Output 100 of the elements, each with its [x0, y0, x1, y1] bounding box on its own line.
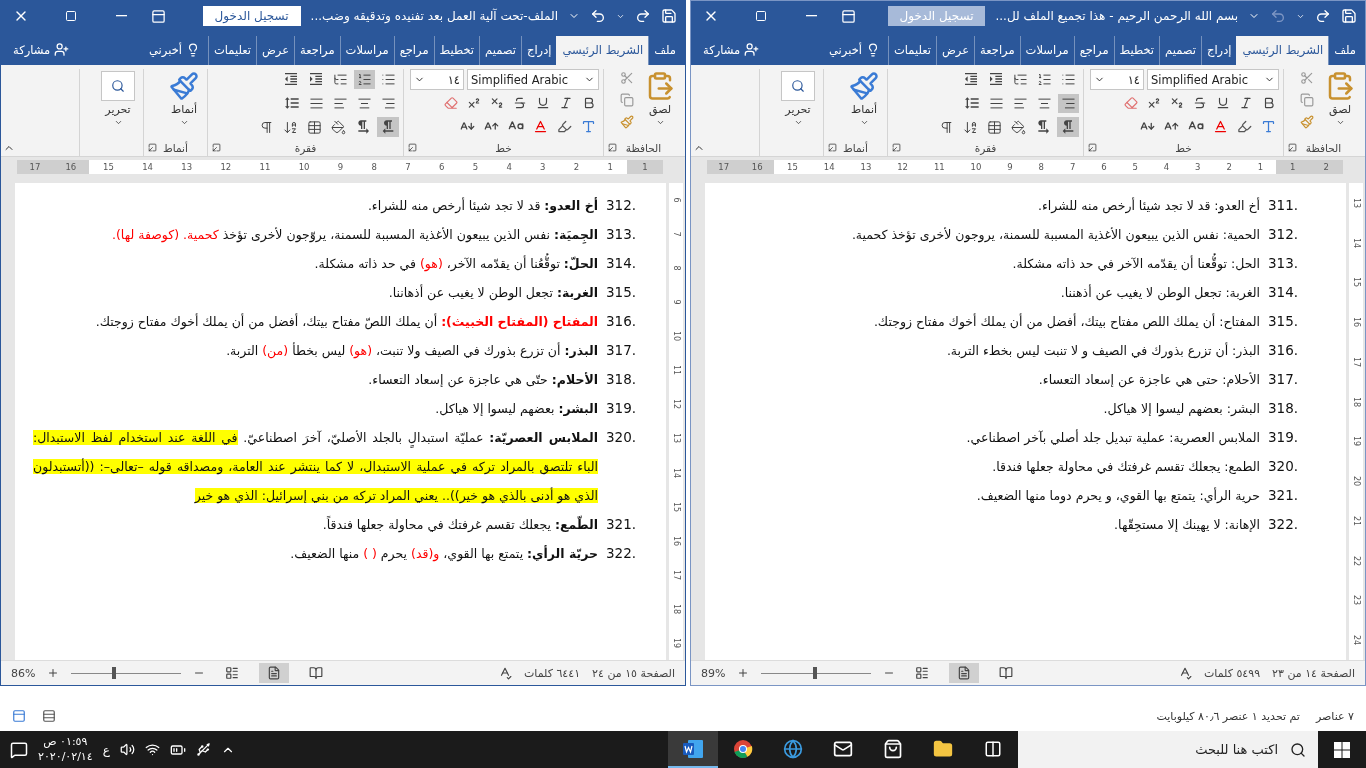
zoom-in-icon[interactable] — [47, 667, 60, 679]
rtl-button[interactable] — [1057, 117, 1079, 137]
editing-button[interactable]: تحرير — [777, 69, 819, 129]
ribbon-tab[interactable]: الشريط الرئيسي — [1236, 36, 1329, 65]
italic-icon — [559, 96, 573, 110]
share-button[interactable]: مشاركة — [5, 35, 78, 65]
caret-icon — [793, 118, 803, 127]
zoom-level[interactable]: 89% — [701, 666, 726, 680]
details-view-icon[interactable] — [42, 709, 56, 723]
pilcrow-icon — [939, 119, 954, 135]
maximize-icon — [65, 10, 77, 22]
multilevel-list-icon — [333, 71, 348, 87]
rtl-button[interactable] — [377, 117, 399, 137]
taskbar-clock[interactable]: ٠١:٥٩ ص ٢٠٢٠/٠٢/١٤ — [38, 735, 93, 764]
redo-icon[interactable] — [635, 8, 651, 24]
ruler-number: 9 — [672, 299, 680, 305]
borders-icon — [987, 119, 1002, 135]
slider-thumb[interactable] — [813, 667, 818, 679]
ribbon-display-icon[interactable] — [841, 8, 856, 24]
sign-in-button[interactable]: تسجيل الدخول — [202, 6, 301, 26]
print-layout-button[interactable] — [949, 663, 980, 683]
tell-me-button[interactable]: أخبرني — [821, 36, 888, 65]
dialog-launcher-icon[interactable] — [892, 143, 901, 152]
ruler-number: 1 — [1290, 162, 1296, 172]
entry-text: الغربة: تجعل الوطن لا يغيب عن أذهاننا. — [388, 283, 598, 303]
minimize-icon — [115, 15, 127, 17]
ruler-number: 17 — [672, 569, 680, 580]
language-indicator[interactable]: ع — [102, 742, 110, 757]
dialog-launcher-icon[interactable] — [148, 143, 157, 152]
ruler-number: 9 — [337, 162, 344, 172]
font-name-field[interactable]: Simplified Arabic — [1147, 69, 1279, 90]
scissors-icon — [1300, 71, 1314, 85]
share-button[interactable]: مشاركة — [695, 35, 768, 65]
font-size-field[interactable]: ١٤ — [410, 69, 464, 90]
large-icons-view-icon[interactable] — [12, 709, 26, 723]
paintbrush-icon — [1300, 115, 1314, 129]
search-field[interactable]: اكتب هنا للبحث — [1030, 741, 1280, 758]
bold-icon — [1262, 96, 1276, 110]
copy-icon — [620, 93, 634, 107]
dialog-launcher-icon[interactable] — [608, 143, 617, 152]
selection-info: تم تحديد ١ عنصر ٨٠٫٦ كيلوبايت — [1156, 710, 1300, 723]
paste-button[interactable]: لصق — [1321, 69, 1359, 129]
dialog-launcher-icon[interactable] — [828, 143, 837, 152]
brush-icon — [169, 71, 199, 101]
slider-thumb[interactable] — [112, 667, 117, 679]
editing-button[interactable]: تحرير — [97, 69, 139, 129]
entry-text: البشر: بعضهم ليسوا إلا هياكل. — [1103, 400, 1260, 419]
dialog-launcher-icon[interactable] — [408, 143, 417, 152]
maximize-icon — [755, 10, 767, 22]
ruler-number: 4 — [1163, 162, 1170, 172]
undo-icon[interactable] — [590, 8, 606, 24]
tell-me-button[interactable]: أخبرني — [141, 36, 208, 65]
entry-text: المفتاح (المفتاح الخبيث): أن يملك اللصّ مفتاح بيتك، أفضل من أن يملك أخوك مفتاح زوجتك. — [95, 312, 598, 332]
layout-icon — [225, 666, 240, 680]
save-icon[interactable] — [661, 8, 677, 24]
dialog-launcher-icon[interactable] — [212, 143, 221, 152]
justify-icon — [309, 95, 324, 111]
align-right-button[interactable] — [1058, 93, 1079, 113]
ruler-number: 16 — [751, 162, 763, 172]
usb-icon[interactable] — [195, 742, 211, 757]
entry-text: الملابس العصرية: عملية تبديل جلد أصلي بآخر اصطناعي. — [966, 428, 1260, 448]
styles-button[interactable]: أنماط — [845, 69, 883, 129]
paste-button[interactable]: لصق — [641, 69, 679, 129]
list-number: 314. — [606, 254, 638, 273]
list-number: 315. — [606, 283, 638, 302]
notifications-icon[interactable] — [10, 740, 28, 759]
list-number: 318. — [1268, 399, 1300, 418]
search-icon — [791, 79, 805, 93]
font-name-field[interactable]: Simplified Arabic — [467, 69, 599, 90]
taskbar-search-box[interactable]: اكتب هنا للبحث — [1018, 731, 1318, 768]
styles-button[interactable]: أنماط — [165, 69, 203, 129]
window-title: الملف-تحت آلية العمل بعد تفنيده وتدقيقه وضب... — [310, 9, 558, 23]
redo-icon[interactable] — [1315, 8, 1331, 24]
group-label: الحافظة — [625, 142, 662, 154]
numbered-list-icon — [357, 71, 372, 87]
ruler-number: 17 — [1352, 356, 1360, 367]
ribbon-tab[interactable]: الشريط الرئيسي — [556, 36, 649, 65]
ruler-number: 15 — [103, 162, 114, 172]
numbering-button[interactable] — [354, 69, 375, 89]
ruler-number: 10 — [298, 162, 310, 172]
wifi-icon[interactable] — [144, 742, 160, 757]
zoom-level[interactable]: 86% — [11, 666, 36, 680]
eraser-icon — [1124, 96, 1138, 110]
entry-text: حريّة الرأي: يتمتع بها القوي، و(قد) يحرم ( ) منها الضعيف. — [290, 544, 598, 564]
dialog-launcher-icon[interactable] — [1088, 143, 1097, 152]
print-layout-button[interactable] — [259, 663, 290, 683]
font-size-field[interactable]: ١٤ — [1090, 69, 1144, 90]
dialog-launcher-icon[interactable] — [1288, 143, 1297, 152]
line-spacing-icon — [964, 95, 980, 111]
ruler-number: 13 — [860, 162, 872, 172]
save-icon[interactable] — [1341, 8, 1357, 24]
ribbon-display-icon[interactable] — [151, 8, 166, 24]
list-number: 320. — [1268, 457, 1300, 476]
volume-icon[interactable] — [119, 742, 135, 757]
globe-icon — [783, 738, 803, 759]
ruler-number: 11 — [672, 365, 680, 376]
zoom-in-icon[interactable] — [737, 667, 750, 679]
search-icon[interactable] — [1290, 741, 1306, 758]
bold-icon — [582, 96, 596, 110]
word-taskbar-button[interactable] — [668, 731, 718, 768]
